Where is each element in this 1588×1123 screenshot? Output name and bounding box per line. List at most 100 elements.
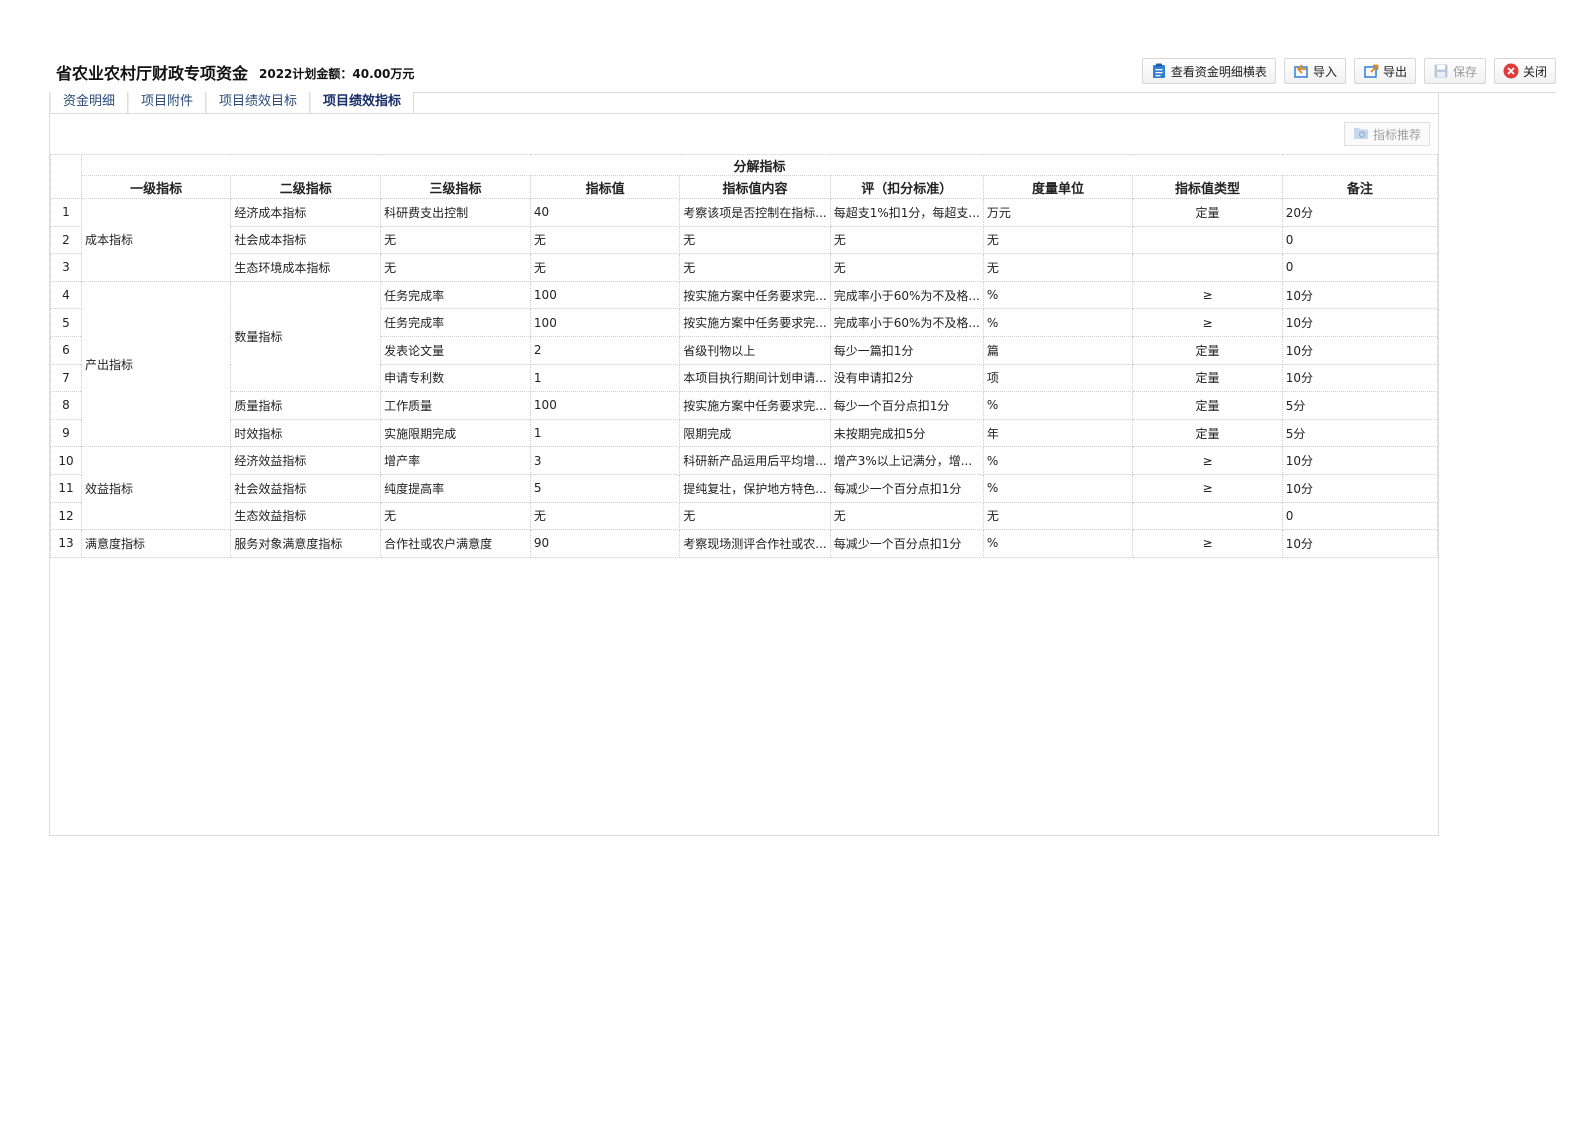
cell-content[interactable]: 省级刊物以上	[679, 335, 831, 365]
cell-l3[interactable]: 合作社或农户满意度	[380, 529, 531, 558]
table-row[interactable]: 8 质量指标 工作质量 100 按实施方案中任务要求完... 每少一个百分点扣1分% 定量 5…	[50, 391, 1439, 420]
cell-std[interactable]: 完成率小于60%为不及格...	[829, 308, 984, 337]
cell-val[interactable]: 无	[529, 501, 681, 531]
cell-l3[interactable]: 增产率	[380, 446, 531, 475]
table-row[interactable]: 13 满意度指标 服务对象满意度指标 合作社或农户满意度 90 考察现场测评合作社或农..…	[50, 529, 1439, 558]
cell-l3[interactable]: 工作质量	[380, 391, 531, 420]
table-row[interactable]: 2 社会成本指标无无无无无 0	[50, 225, 1439, 255]
cell-note[interactable]: 10分	[1281, 446, 1439, 475]
level2-cell[interactable]: 质量指标	[230, 391, 382, 420]
cell-val[interactable]: 5	[529, 473, 681, 503]
cell-content[interactable]: 按实施方案中任务要求完...	[679, 280, 831, 310]
cell-type[interactable]: ≥	[1132, 529, 1283, 558]
table-row[interactable]: 9 时效指标 实施限期完成 1 限期完成 未按期完成扣5分年定量 5分	[50, 418, 1439, 448]
cell-val[interactable]: 40	[529, 198, 681, 227]
level2-cell[interactable]: 生态环境成本指标	[230, 253, 382, 282]
cell-std[interactable]: 每超支1%扣1分，每超支...	[829, 198, 984, 227]
cell-unit[interactable]: 篇	[982, 335, 1134, 365]
cell-val[interactable]: 90	[529, 529, 681, 558]
cell-note[interactable]: 5分	[1281, 418, 1439, 448]
cell-note[interactable]: 10分	[1281, 363, 1439, 393]
table-row[interactable]: 3 生态环境成本指标无无无无无 0	[50, 253, 1439, 282]
import-button[interactable]: 导入	[1283, 58, 1346, 84]
column-header[interactable]: 评（扣分标准）	[829, 175, 984, 199]
level2-cell[interactable]: 社会效益指标	[230, 473, 382, 503]
cell-unit[interactable]: 无	[982, 501, 1134, 531]
cell-unit[interactable]: 项	[982, 363, 1134, 393]
cell-note[interactable]: 5分	[1281, 391, 1439, 420]
cell-std[interactable]: 每减少一个百分点扣1分	[829, 473, 984, 503]
cell-unit[interactable]: %	[982, 308, 1134, 337]
cell-val[interactable]: 3	[529, 446, 681, 475]
level2-cell[interactable]: 时效指标	[230, 418, 382, 448]
cell-content[interactable]: 无	[679, 501, 831, 531]
cell-l3[interactable]: 任务完成率	[380, 308, 531, 337]
cell-unit[interactable]: 年	[982, 418, 1134, 448]
cell-type[interactable]	[1132, 253, 1283, 282]
cell-content[interactable]: 无	[679, 225, 831, 255]
cell-type[interactable]: 定量	[1132, 363, 1283, 393]
cell-std[interactable]: 无	[829, 253, 984, 282]
tab-1[interactable]: 项目附件	[128, 92, 207, 113]
cell-l3[interactable]: 实施限期完成	[380, 418, 531, 448]
cell-content[interactable]: 限期完成	[679, 418, 831, 448]
save-button[interactable]: 保存	[1423, 58, 1486, 84]
cell-unit[interactable]: 无	[982, 253, 1134, 282]
cell-note[interactable]: 20分	[1281, 198, 1439, 227]
cell-std[interactable]: 无	[829, 501, 984, 531]
tab-3[interactable]: 项目绩效指标	[310, 92, 415, 115]
level1-cell[interactable]: 满意度指标	[80, 529, 232, 558]
level1-cell[interactable]: 成本指标	[80, 198, 232, 282]
cell-l3[interactable]: 任务完成率	[380, 280, 531, 310]
cell-l3[interactable]: 发表论文量	[380, 335, 531, 365]
cell-val[interactable]: 无	[529, 225, 681, 255]
cell-content[interactable]: 按实施方案中任务要求完...	[679, 391, 831, 420]
cell-content[interactable]: 无	[679, 253, 831, 282]
cell-type[interactable]: ≥	[1132, 473, 1283, 503]
level2-cell[interactable]: 服务对象满意度指标	[230, 529, 382, 558]
cell-val[interactable]: 100	[529, 308, 681, 337]
tab-0[interactable]: 资金明细	[50, 92, 129, 113]
cell-std[interactable]: 完成率小于60%为不及格...	[829, 280, 984, 310]
column-header[interactable]: 三级指标	[380, 175, 531, 199]
export-button[interactable]: 导出	[1353, 58, 1416, 84]
cell-unit[interactable]: %	[982, 529, 1134, 558]
cell-val[interactable]: 100	[529, 280, 681, 310]
cell-std[interactable]: 每少一篇扣1分	[829, 335, 984, 365]
cell-note[interactable]: 10分	[1281, 473, 1439, 503]
cell-std[interactable]: 无	[829, 225, 984, 255]
cell-val[interactable]: 2	[529, 335, 681, 365]
table-row[interactable]: 11 社会效益指标 纯度提高率 5 提纯复壮，保护地方特色... 每减少一个百分点扣1分%…	[50, 473, 1439, 503]
cell-l3[interactable]: 无	[380, 253, 531, 282]
cell-std[interactable]: 每减少一个百分点扣1分	[829, 529, 984, 558]
tab-2[interactable]: 项目绩效目标	[206, 92, 311, 113]
cell-val[interactable]: 100	[529, 391, 681, 420]
level1-cell[interactable]: 产出指标	[80, 280, 232, 448]
cell-note[interactable]: 0	[1281, 501, 1439, 531]
close-button[interactable]: 关闭	[1493, 58, 1556, 84]
cell-type[interactable]: ≥	[1132, 446, 1283, 475]
cell-content[interactable]: 按实施方案中任务要求完...	[679, 308, 831, 337]
column-header[interactable]: 指标值类型	[1132, 175, 1283, 199]
cell-l3[interactable]: 无	[380, 225, 531, 255]
cell-content[interactable]: 提纯复壮，保护地方特色...	[679, 473, 831, 503]
cell-std[interactable]: 每少一个百分点扣1分	[829, 391, 984, 420]
cell-unit[interactable]: %	[982, 391, 1134, 420]
column-header[interactable]: 指标值内容	[679, 175, 831, 199]
cell-std[interactable]: 没有申请扣2分	[829, 363, 984, 393]
column-header[interactable]: 二级指标	[230, 175, 382, 199]
column-header[interactable]: 度量单位	[982, 175, 1134, 199]
cell-l3[interactable]: 无	[380, 501, 531, 531]
view-detail-button[interactable]: 查看资金明细横表	[1141, 58, 1276, 84]
cell-note[interactable]: 0	[1281, 253, 1439, 282]
cell-type[interactable]: 定量	[1132, 391, 1283, 420]
cell-type[interactable]: 定量	[1132, 335, 1283, 365]
cell-type[interactable]: 定量	[1132, 418, 1283, 448]
cell-unit[interactable]: %	[982, 280, 1134, 310]
cell-type[interactable]: ≥	[1132, 280, 1283, 310]
column-header[interactable]: 一级指标	[80, 175, 232, 199]
recommend-button[interactable]: 指标推荐	[1343, 122, 1430, 146]
level2-cell[interactable]: 数量指标	[230, 280, 382, 393]
cell-l3[interactable]: 申请专利数	[380, 363, 531, 393]
cell-val[interactable]: 1	[529, 418, 681, 448]
